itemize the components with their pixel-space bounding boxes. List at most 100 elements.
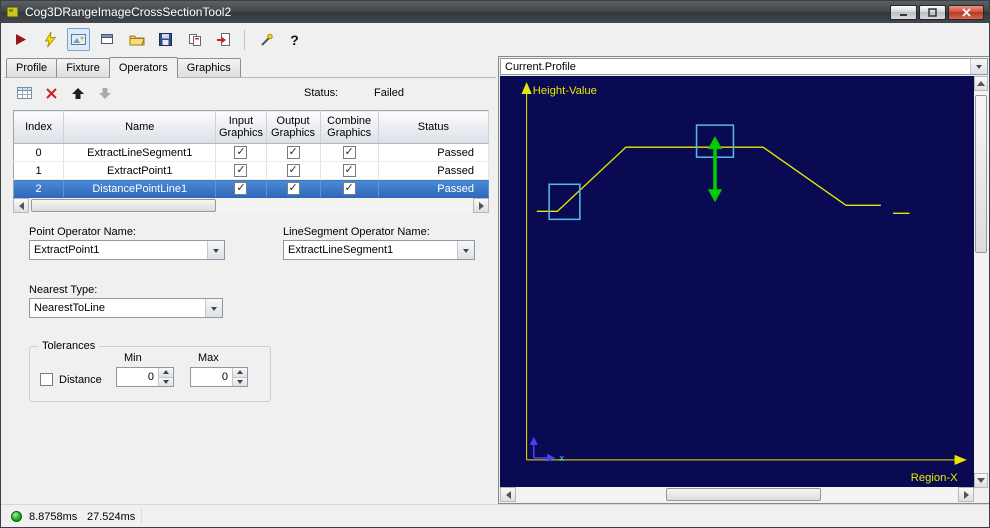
spin-up-button[interactable]	[158, 368, 173, 377]
col-header-name: Name	[63, 110, 217, 144]
scroll-left-button[interactable]	[13, 198, 29, 213]
combo-dropdown-button[interactable]	[207, 241, 224, 259]
chart-vscrollbar[interactable]	[974, 76, 988, 488]
nearest-type-value: NearestToLine	[34, 302, 105, 314]
input-graphics-checkbox[interactable]: ✓	[234, 182, 248, 195]
input-graphics-checkbox[interactable]: ✓	[234, 146, 248, 159]
operators-table-body: 0 ExtractLineSegment1 ✓ ✓ ✓ Passed 1 ExtractPoi…	[13, 143, 490, 198]
run-button[interactable]	[9, 28, 32, 51]
move-down-button[interactable]	[95, 83, 115, 103]
profile-source-value: Current.Profile	[505, 61, 576, 73]
distance-checkbox[interactable]	[40, 373, 53, 386]
chevron-down-icon	[463, 248, 469, 256]
cell-name: ExtractPoint1	[63, 161, 217, 180]
spin-up-button[interactable]	[232, 368, 247, 377]
profile-chart[interactable]: Height-Value Region-X x	[500, 76, 974, 488]
spin-down-button[interactable]	[232, 376, 247, 386]
output-graphics-checkbox[interactable]: ✓	[286, 146, 300, 159]
scroll-up-button[interactable]	[974, 76, 988, 91]
x-axis-label: Region-X	[911, 472, 958, 484]
table-row[interactable]: 1 ExtractPoint1 ✓ ✓ ✓ Passed	[13, 161, 490, 180]
probe-icon	[260, 33, 273, 46]
move-up-button[interactable]	[68, 83, 88, 103]
scroll-down-button[interactable]	[974, 473, 988, 488]
linesegment-operator-combo[interactable]: ExtractLineSegment1	[283, 240, 475, 260]
col-header-combine-graphics: Combine Graphics	[320, 110, 379, 144]
tab-fixture[interactable]: Fixture	[56, 58, 110, 77]
scrollbar-track[interactable]	[974, 91, 988, 473]
help-icon: ?	[290, 31, 299, 48]
col-header-status: Status	[378, 110, 490, 144]
arrow-right-icon	[963, 490, 973, 499]
table-row[interactable]: 0 ExtractLineSegment1 ✓ ✓ ✓ Passed	[13, 143, 490, 162]
scrollbar-track[interactable]	[516, 487, 958, 502]
minimize-button[interactable]	[890, 4, 917, 20]
combo-dropdown-button[interactable]	[970, 59, 987, 74]
scroll-right-button[interactable]	[958, 487, 974, 502]
profile-source-combo[interactable]: Current.Profile	[500, 58, 988, 75]
save-file-button[interactable]	[154, 28, 177, 51]
output-graphics-checkbox[interactable]: ✓	[286, 164, 300, 177]
trigger-button[interactable]	[38, 28, 61, 51]
import-button[interactable]	[212, 28, 235, 51]
operators-toolbar	[14, 82, 115, 104]
add-operator-button[interactable]	[14, 83, 34, 103]
help-button[interactable]: ?	[283, 28, 306, 51]
tab-graphics[interactable]: Graphics	[176, 58, 241, 77]
point-operator-value: ExtractPoint1	[34, 244, 100, 256]
chevron-down-icon	[213, 248, 219, 256]
show-image-toggle[interactable]	[67, 28, 90, 51]
open-file-button[interactable]	[125, 28, 148, 51]
float-window-button[interactable]	[96, 28, 119, 51]
copy-results-button[interactable]	[183, 28, 206, 51]
main-toolbar: ?	[1, 23, 989, 56]
scroll-left-button[interactable]	[500, 487, 516, 502]
combine-graphics-checkbox[interactable]: ✓	[342, 146, 356, 159]
cell-input-graphics-checkbox: ✓	[215, 179, 267, 198]
chevron-down-icon	[211, 306, 217, 314]
maximize-button[interactable]	[919, 4, 946, 20]
cell-combine-graphics-checkbox: ✓	[320, 143, 379, 162]
profile-chart-area[interactable]: Height-Value Region-X x	[500, 76, 974, 488]
cell-status: Passed	[378, 161, 490, 180]
close-button[interactable]	[948, 4, 984, 20]
chart-hscrollbar[interactable]	[500, 487, 974, 502]
tab-profile[interactable]: Profile	[6, 58, 58, 77]
window-title: Cog3DRangeImageCrossSectionTool2	[25, 5, 232, 19]
execution-time: 8.8758ms	[29, 511, 78, 523]
arrow-right-icon	[478, 201, 488, 210]
combo-dropdown-button[interactable]	[457, 241, 474, 259]
scrollbar-thumb[interactable]	[975, 95, 987, 253]
output-graphics-checkbox[interactable]: ✓	[286, 182, 300, 195]
cell-index: 1	[13, 161, 65, 180]
titlebar[interactable]: Cog3DRangeImageCrossSectionTool2	[1, 1, 989, 23]
statusbar-divider	[141, 508, 142, 524]
arrow-down-icon	[99, 87, 111, 99]
tab-operators[interactable]: Operators	[108, 57, 178, 78]
scrollbar-thumb[interactable]	[666, 488, 821, 501]
delete-operator-button[interactable]	[41, 83, 61, 103]
col-header-output-graphics: Output Graphics	[266, 110, 321, 144]
combine-graphics-checkbox[interactable]: ✓	[342, 182, 356, 195]
play-icon	[16, 34, 26, 45]
table-hscrollbar[interactable]	[13, 198, 489, 213]
save-icon	[159, 33, 172, 46]
max-spinner	[190, 367, 248, 387]
col-header-index: Index	[13, 110, 65, 144]
input-graphics-checkbox[interactable]: ✓	[234, 164, 248, 177]
spin-down-button[interactable]	[158, 376, 173, 386]
scrollbar-track[interactable]	[29, 198, 473, 213]
table-row[interactable]: 2 DistancePointLine1 ✓ ✓ ✓ Passed	[13, 179, 490, 198]
scroll-right-button[interactable]	[473, 198, 489, 213]
scrollbar-thumb[interactable]	[31, 199, 216, 212]
point-operator-label: Point Operator Name:	[29, 226, 136, 238]
arrow-up-icon	[237, 367, 243, 375]
cell-name: DistancePointLine1	[63, 179, 217, 198]
combo-dropdown-button[interactable]	[205, 299, 222, 317]
point-operator-combo[interactable]: ExtractPoint1	[29, 240, 225, 260]
min-label: Min	[124, 352, 142, 364]
nearest-type-combo[interactable]: NearestToLine	[29, 298, 223, 318]
combine-graphics-checkbox[interactable]: ✓	[342, 164, 356, 177]
probe-button[interactable]	[254, 28, 277, 51]
tolerances-groupbox: Tolerances Distance Min Max	[29, 340, 271, 402]
